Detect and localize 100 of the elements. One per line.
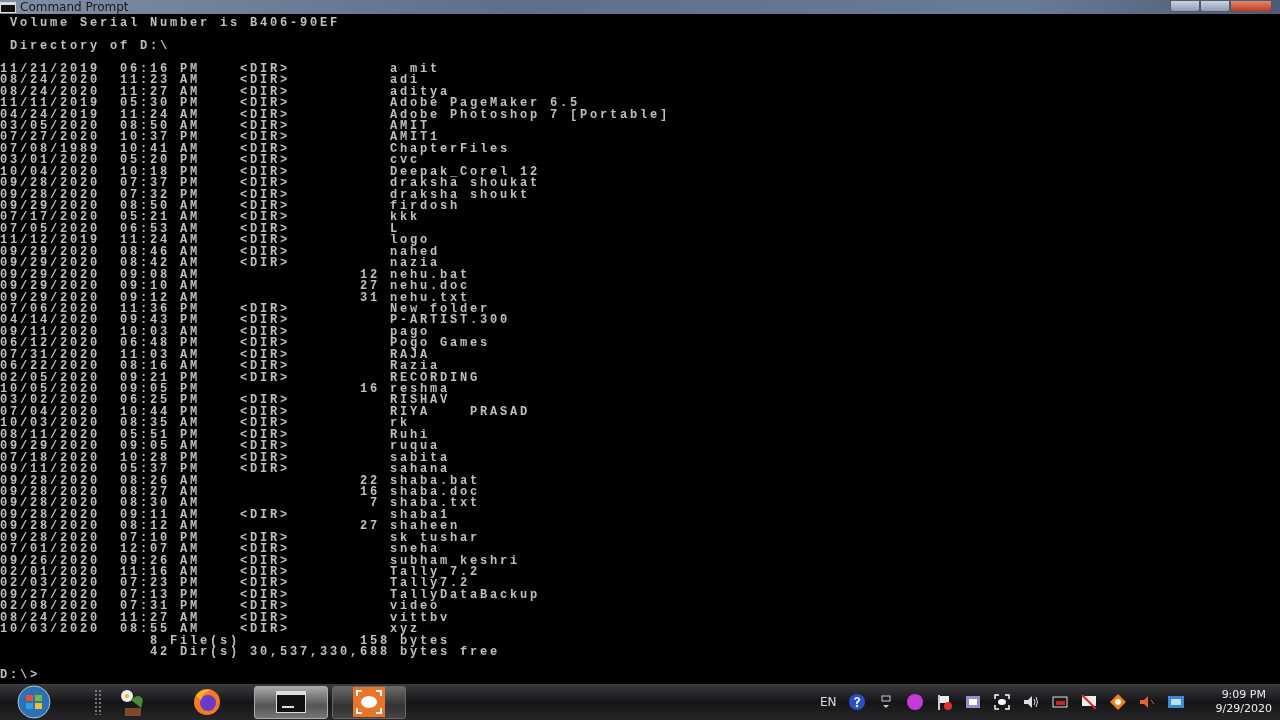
entry-date: 11/12/2019 — [0, 235, 101, 247]
entry-time: 11:24 AM — [120, 235, 201, 247]
directory-name: Pogo Games — [390, 338, 490, 350]
directory-tag: <DIR> — [240, 418, 390, 430]
start-button[interactable] — [14, 685, 54, 719]
entry-time: 05:21 AM — [120, 212, 201, 224]
taskbar-button[interactable] — [254, 685, 328, 719]
directory-tag: <DIR> — [240, 98, 390, 110]
camera-icon — [352, 686, 386, 718]
entry-time: 08:42 AM — [120, 258, 201, 270]
file-size: 31 — [359, 292, 380, 304]
directory-tag: <DIR> — [240, 178, 390, 190]
entry-date: 09/28/2020 — [0, 498, 101, 510]
entry-time: 08:35 AM — [120, 418, 201, 430]
network-icon[interactable] — [1050, 693, 1069, 711]
entry-time: 07:37 PM — [120, 178, 201, 190]
maximize-button[interactable] — [1200, 0, 1230, 12]
directory-name: Adobe PageMaker 6.5 — [390, 98, 581, 110]
entry-date: 11/11/2019 — [0, 98, 101, 110]
entry-time: 05:37 PM — [120, 464, 201, 476]
close-button[interactable] — [1230, 0, 1272, 12]
directory-name: logo — [390, 235, 430, 247]
shield-icon[interactable] — [1108, 693, 1127, 711]
directory-name: cvc — [390, 155, 420, 167]
entry-date: 09/28/2020 — [0, 521, 101, 533]
entry-time: 09:12 AM — [120, 292, 201, 304]
directory-name: sneha — [390, 544, 440, 556]
file-name: nehu.doc — [390, 281, 470, 293]
entry-time: 06:25 PM — [120, 395, 201, 407]
entry-time: 08:30 AM — [120, 498, 201, 510]
directory-name: nazia — [390, 258, 440, 270]
directory-name: draksha shoukat — [390, 178, 541, 190]
entry-date: 10/03/2020 — [0, 418, 101, 430]
directory-name: P-ARTIST.300 — [390, 315, 510, 327]
summary-unit: bytes — [400, 635, 450, 648]
directory-tag: <DIR> — [240, 235, 390, 247]
directory-tag: <DIR> — [240, 395, 390, 407]
file-size: 27 — [359, 281, 380, 293]
directory-tag: <DIR> — [240, 338, 390, 350]
directory-name: AMIT1 — [390, 132, 440, 144]
directory-name: TallyDataBackup — [390, 589, 541, 602]
screen-capture-icon[interactable] — [992, 693, 1011, 711]
entry-time: 09:05 AM — [120, 441, 201, 453]
summary-count: 42 Dir(s) — [149, 647, 240, 659]
entry-date: 07/27/2020 — [0, 132, 101, 144]
directory-tag: <DIR> — [240, 212, 390, 224]
entry-time: 06:48 PM — [120, 338, 201, 350]
file-name: nehu.txt — [390, 292, 470, 304]
summary-amount: 30,537,330,688 — [248, 647, 390, 659]
entry-date: 09/28/2020 — [0, 178, 101, 190]
directory-name: RECORDING — [390, 372, 480, 384]
entry-date: 02/03/2020 — [0, 578, 101, 590]
file-name: shaba.bat — [390, 475, 480, 487]
entry-date: 09/26/2020 — [0, 555, 101, 567]
entry-time: 09:43 PM — [120, 315, 201, 327]
entry-time: 08:55 AM — [120, 624, 200, 636]
entry-date: 09/11/2020 — [0, 464, 101, 476]
directory-tag: <DIR> — [240, 361, 390, 373]
directory-name: ChapterFiles — [390, 143, 510, 156]
message-icon[interactable] — [1079, 693, 1098, 711]
directory-tag: <DIR> — [240, 372, 390, 384]
entry-date: 03/01/2020 — [0, 155, 101, 167]
file-name: shaheen — [390, 521, 460, 533]
directory-tag: <DIR> — [240, 624, 390, 636]
directory-tag: <DIR> — [240, 544, 390, 556]
directory-name: vittbv — [390, 612, 450, 625]
taskbar-button[interactable] — [332, 685, 406, 719]
directory-name: Ruhi — [390, 429, 430, 442]
directory-name: Adobe Photoshop 7 [Portable] — [390, 109, 671, 121]
language-indicator[interactable]: EN — [820, 693, 837, 711]
directory-name: kkk — [390, 212, 420, 224]
entry-time: 09:10 AM — [120, 281, 201, 293]
entry-time: 10:37 PM — [120, 132, 201, 144]
entry-date: 09/29/2020 — [0, 281, 101, 293]
directory-tag: <DIR> — [240, 132, 390, 144]
directory-name: pago — [390, 326, 430, 339]
entry-date: 09/28/2020 — [0, 189, 101, 201]
command-prompt[interactable]: D:\> — [0, 669, 40, 682]
entry-time: 08:16 AM — [120, 361, 201, 373]
minimize-button[interactable] — [1170, 0, 1200, 12]
entry-time: 08:26 AM — [120, 475, 201, 487]
help-icon[interactable] — [847, 693, 866, 711]
directory-tag: <DIR> — [240, 109, 390, 121]
directory-tag: <DIR> — [240, 155, 390, 167]
entry-date: 06/12/2020 — [0, 338, 101, 350]
display-icon[interactable] — [1166, 693, 1185, 711]
directory-tag: <DIR> — [240, 601, 390, 613]
directory-name: draksha shoukt — [390, 189, 531, 201]
entry-date: 10/03/2020 — [0, 624, 101, 636]
clock-time[interactable]: 9:09 PM — [1215, 688, 1272, 702]
ball-icon[interactable] — [905, 693, 924, 711]
clock-date[interactable]: 9/29/2020 — [1215, 702, 1272, 716]
directory-name: sahana — [390, 464, 450, 476]
entry-date: 09/29/2020 — [0, 258, 101, 270]
file-size: 22 — [359, 475, 380, 487]
directory-name: RISHAV — [390, 395, 450, 407]
entry-time: 12:07 AM — [120, 544, 201, 556]
tablet-icon[interactable] — [963, 693, 982, 711]
directory-name: ruqua — [390, 441, 440, 453]
summary-unit: bytes free — [400, 647, 500, 659]
